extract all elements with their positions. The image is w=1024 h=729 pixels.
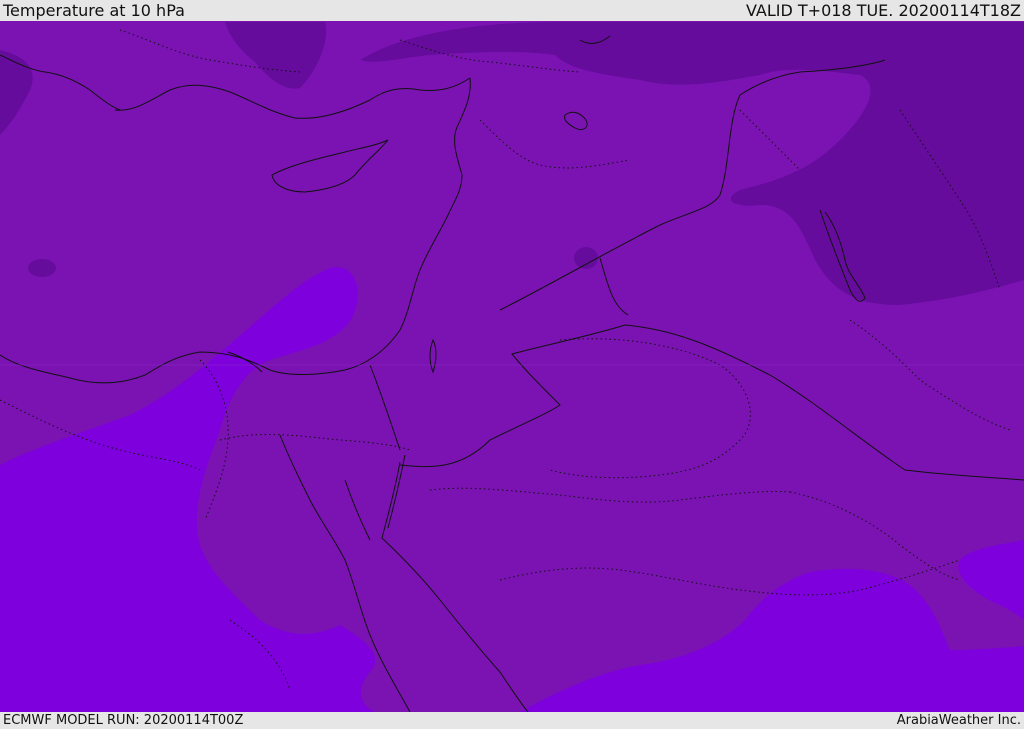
cold-spot-syria bbox=[574, 247, 598, 269]
map-area[interactable] bbox=[0, 21, 1024, 712]
temperature-map bbox=[0, 21, 1024, 712]
footer-bar: ECMWF MODEL RUN: 20200114T00Z ArabiaWeat… bbox=[0, 712, 1024, 729]
header-bar: Temperature at 10 hPa VALID T+018 TUE. 2… bbox=[0, 0, 1024, 21]
credit: ArabiaWeather Inc. bbox=[896, 713, 1021, 728]
model-run: ECMWF MODEL RUN: 20200114T00Z bbox=[3, 713, 244, 728]
valid-time: VALID T+018 TUE. 20200114T18Z bbox=[745, 1, 1021, 20]
cold-spot-libya bbox=[28, 259, 56, 277]
map-title: Temperature at 10 hPa bbox=[3, 1, 185, 20]
